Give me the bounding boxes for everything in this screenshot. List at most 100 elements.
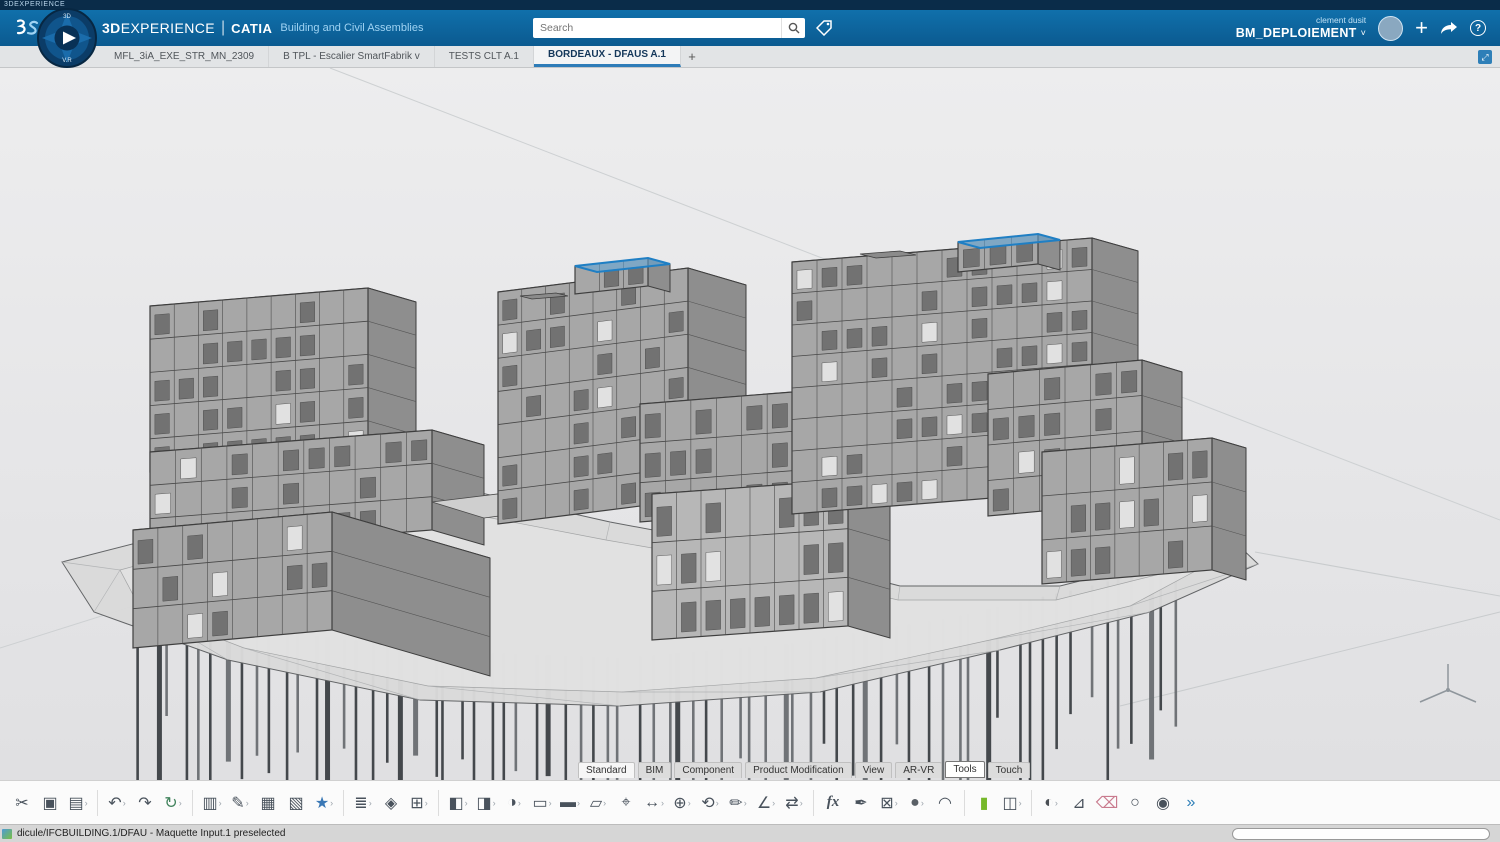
3dexperience-compass[interactable]: 3D V.R — [36, 7, 98, 69]
add-content-button[interactable]: + — [1415, 17, 1428, 39]
options-grid-icon[interactable]: ⊞› — [405, 787, 433, 819]
material-sphere-dropdown-icon[interactable]: › — [1055, 798, 1058, 808]
brand-experience: EXPERIENCE — [121, 20, 215, 36]
print-dropdown-icon[interactable]: › — [219, 798, 222, 808]
ribbon-tab-tools[interactable]: Tools — [945, 761, 984, 778]
workspace-selector[interactable]: clement dusit BM_DEPLOIEMENT ˅ — [1236, 16, 1366, 40]
view-cube-dropdown-icon[interactable]: › — [465, 798, 468, 808]
share-icon[interactable] — [1440, 21, 1458, 35]
slab-tool-icon[interactable]: ▱› — [584, 787, 612, 819]
ribbon-tab-bim[interactable]: BIM — [638, 762, 672, 778]
brand-title: 3DEXPERIENCE — [102, 20, 215, 36]
document-tab-tests-clt-a-1[interactable]: TESTS CLT A.1 — [435, 46, 534, 67]
toolbar-separator — [97, 790, 98, 816]
print-icon[interactable]: ▥› — [198, 787, 226, 819]
wall-tool-icon[interactable]: ▭› — [528, 787, 556, 819]
move-object-icon[interactable]: ⊕› — [668, 787, 696, 819]
view-cube-icon[interactable]: ◧› — [444, 787, 472, 819]
door-tool-dropdown-icon[interactable]: › — [1019, 798, 1022, 808]
material-sphere-icon[interactable]: ◐› — [1037, 787, 1065, 819]
cut-icon[interactable]: ✂ — [8, 787, 36, 819]
copy-icon[interactable]: ▣ — [36, 787, 64, 819]
shading-mode-dropdown-icon[interactable]: › — [518, 798, 521, 808]
render-sphere-dropdown-icon[interactable]: › — [921, 798, 924, 808]
rotate-object-dropdown-icon[interactable]: › — [716, 798, 719, 808]
transform-dropdown-icon[interactable]: › — [800, 798, 803, 808]
status-input[interactable] — [1232, 828, 1490, 840]
measure-dropdown-icon[interactable]: › — [661, 798, 664, 808]
section-cut-icon[interactable]: ◨› — [472, 787, 500, 819]
expand-viewport-icon[interactable]: ⤢ — [1478, 50, 1492, 64]
document-tab-mfl-3ia-exe-str-mn-2309[interactable]: MFL_3iA_EXE_STR_MN_2309 — [100, 46, 269, 67]
battery-level-icon[interactable]: ▮ — [970, 787, 998, 819]
ribbon-tab-component[interactable]: Component — [674, 762, 742, 778]
avatar[interactable] — [1378, 16, 1403, 41]
toolbar-separator — [438, 790, 439, 816]
move-object-dropdown-icon[interactable]: › — [688, 798, 691, 808]
options-grid-dropdown-icon[interactable]: › — [425, 798, 428, 808]
annotate-dropdown-icon[interactable]: › — [246, 798, 249, 808]
report-list-dropdown-icon[interactable]: › — [369, 798, 372, 808]
section-cut-dropdown-icon[interactable]: › — [493, 798, 496, 808]
favorites-dropdown-icon[interactable]: › — [330, 798, 333, 808]
undo-icon[interactable]: ↶› — [103, 787, 131, 819]
ribbon-tab-view[interactable]: View — [855, 762, 893, 778]
ribbon-tab-standard[interactable]: Standard — [578, 762, 635, 778]
document-tab-b-tpl-escalier-smartfabrik-v[interactable]: B TPL - Escalier SmartFabrik v — [269, 46, 435, 67]
sketch-dropdown-icon[interactable]: › — [744, 798, 747, 808]
annotate-icon[interactable]: ✎› — [226, 787, 254, 819]
toolbar-separator — [343, 790, 344, 816]
ribbon-tab-ar-vr[interactable]: AR-VR — [895, 762, 942, 778]
undo-dropdown-icon[interactable]: › — [123, 798, 126, 808]
wall-tool-dropdown-icon[interactable]: › — [549, 798, 552, 808]
structure-diagram-icon[interactable]: ◈ — [377, 787, 405, 819]
search-input[interactable] — [533, 22, 781, 34]
beam-tool-dropdown-icon[interactable]: › — [577, 798, 580, 808]
toolbar-separator — [192, 790, 193, 816]
angle-snap-icon[interactable]: ∠› — [752, 787, 780, 819]
data-table-icon[interactable]: ▦ — [254, 787, 282, 819]
angle-snap-dropdown-icon[interactable]: › — [772, 798, 775, 808]
measure-icon[interactable]: ↔› — [640, 787, 668, 819]
shading-mode-icon[interactable]: ◑› — [500, 787, 528, 819]
help-icon[interactable]: ? — [1470, 20, 1486, 36]
formula-fx-icon[interactable]: fx — [819, 787, 847, 819]
target-point-icon[interactable]: ⌖ — [612, 787, 640, 819]
white-sphere-icon[interactable]: ○ — [1121, 787, 1149, 819]
slab-tool-dropdown-icon[interactable]: › — [603, 798, 606, 808]
report-list-icon[interactable]: ≣› — [349, 787, 377, 819]
redo-icon[interactable]: ↷ — [131, 787, 159, 819]
brand-3d: 3D — [102, 20, 121, 36]
favorites-icon[interactable]: ★› — [310, 787, 338, 819]
tag-icon[interactable] — [816, 20, 833, 41]
update-dropdown-icon[interactable]: › — [179, 798, 182, 808]
render-sphere-icon[interactable]: ●› — [903, 787, 931, 819]
eraser-icon[interactable]: ⌫ — [1093, 787, 1121, 819]
grid-table-icon[interactable]: ⊠› — [875, 787, 903, 819]
paste-dropdown-icon[interactable]: › — [85, 798, 88, 808]
rotate-object-icon[interactable]: ⟲› — [696, 787, 724, 819]
update-icon[interactable]: ↻› — [159, 787, 187, 819]
grid-table-dropdown-icon[interactable]: › — [895, 798, 898, 808]
beam-tool-icon[interactable]: ▬› — [556, 787, 584, 819]
ribbon-tab-product-modification[interactable]: Product Modification — [745, 762, 852, 778]
3d-viewport[interactable]: StandardBIMComponentProduct Modification… — [0, 68, 1500, 780]
compass-bottom-label: V.R — [36, 58, 98, 64]
document-tab-bordeaux-dfaus-a-1[interactable]: BORDEAUX - DFAUS A.1 — [534, 46, 681, 67]
door-tool-icon[interactable]: ◫› — [998, 787, 1026, 819]
eyedropper-icon[interactable]: ⊿ — [1065, 787, 1093, 819]
pin-icon[interactable]: ◉ — [1149, 787, 1177, 819]
paste-icon[interactable]: ▤› — [64, 787, 92, 819]
status-message: dicule/IFCBUILDING.1/DFAU - Maquette Inp… — [17, 828, 285, 839]
search-icon[interactable] — [781, 18, 805, 38]
user-name: clement dusit — [1236, 16, 1366, 26]
pen-tool-icon[interactable]: ✒ — [847, 787, 875, 819]
more-tools-icon[interactable]: » — [1177, 787, 1205, 819]
transform-icon[interactable]: ⇄› — [780, 787, 808, 819]
layers-icon[interactable]: ▧ — [282, 787, 310, 819]
compass-top-label: 3D — [36, 14, 98, 20]
arc-tool-icon[interactable]: ◠ — [931, 787, 959, 819]
new-tab-button[interactable]: + — [681, 46, 703, 67]
sketch-icon[interactable]: ✏› — [724, 787, 752, 819]
ribbon-tab-touch[interactable]: Touch — [988, 762, 1031, 778]
